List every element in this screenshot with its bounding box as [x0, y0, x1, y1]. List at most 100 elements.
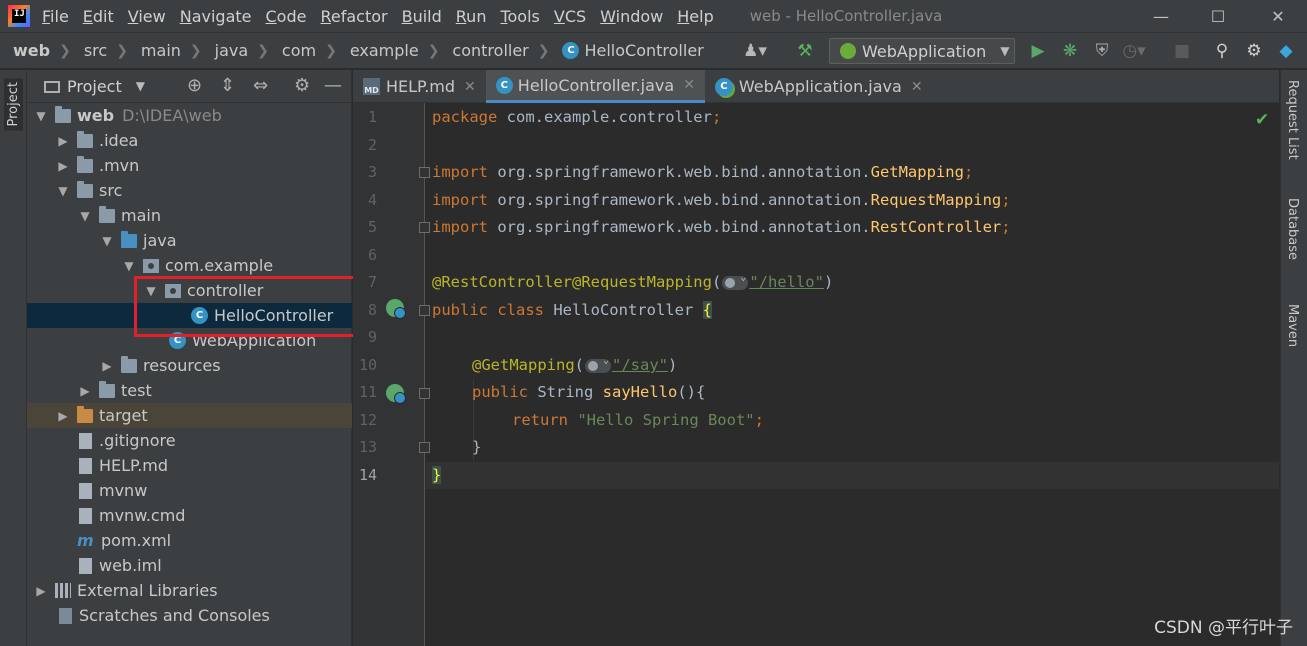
fold-marker-icon[interactable]	[419, 167, 430, 178]
debug-icon[interactable]: ❋	[1059, 40, 1081, 62]
project-view-selector[interactable]: Project	[67, 77, 122, 96]
collapse-arrow-icon[interactable]: ▶	[57, 134, 69, 148]
tree-node-test[interactable]: ▶ test	[27, 378, 352, 403]
tree-node-mvn[interactable]: ▶ .mvn	[27, 153, 352, 178]
menu-view[interactable]: View	[128, 7, 166, 26]
tree-node-mvnw-cmd[interactable]: mvnw.cmd	[27, 503, 352, 528]
menu-file[interactable]: File	[42, 7, 69, 26]
expand-arrow-icon[interactable]: ▼	[123, 259, 135, 273]
close-tab-icon[interactable]: ✕	[911, 79, 923, 95]
tree-node-com-example[interactable]: ▼ com.example	[27, 253, 352, 278]
breadcrumb-main[interactable]: main ❯	[141, 41, 202, 60]
breadcrumb-java[interactable]: java ❯	[215, 41, 269, 60]
no-problems-check-icon[interactable]: ✔	[1255, 110, 1269, 130]
spring-bean-gutter-icon[interactable]	[386, 299, 406, 319]
say-url-link[interactable]: "/say"	[612, 356, 668, 374]
breadcrumb-web[interactable]: web ❯	[13, 41, 71, 60]
expand-arrow-icon[interactable]: ▼	[35, 109, 47, 123]
tree-node-java[interactable]: ▼ java	[27, 228, 352, 253]
breadcrumb-src[interactable]: src ❯	[84, 41, 128, 60]
menu-help[interactable]: Help	[677, 7, 713, 26]
right-tool-stripe: Request List Database Maven	[1280, 70, 1307, 646]
url-globe-icon[interactable]	[722, 272, 749, 290]
profile-icon[interactable]: ◷▾	[1122, 40, 1145, 62]
library-icon	[55, 583, 71, 598]
tree-node-web[interactable]: ▼ web D:\IDEA\web	[27, 103, 352, 128]
coverage-icon[interactable]: ⛨	[1091, 40, 1113, 62]
panel-settings-gear-icon[interactable]: ⚙	[294, 75, 310, 96]
tree-node-main[interactable]: ▼ main	[27, 203, 352, 228]
breadcrumb-controller[interactable]: controller ❯	[452, 41, 549, 60]
tab-help-md[interactable]: MD HELP.md ✕	[353, 70, 486, 103]
tree-node-mvnw[interactable]: mvnw	[27, 478, 352, 503]
tree-node-gitignore[interactable]: .gitignore	[27, 428, 352, 453]
minimize-icon[interactable]: —	[1133, 0, 1189, 32]
tab-hellocontroller-java[interactable]: C HelloController.java ✕	[485, 70, 705, 103]
tree-node-scratches[interactable]: Scratches and Consoles	[27, 603, 352, 628]
breadcrumb-example[interactable]: example ❯	[350, 41, 440, 60]
build-hammer-icon[interactable]: ⚒	[794, 40, 816, 62]
run-icon[interactable]: ▶	[1027, 40, 1049, 62]
expand-arrow-icon[interactable]: ▼	[101, 234, 113, 248]
line-number: 6	[367, 246, 377, 264]
collapse-arrow-icon[interactable]: ▶	[57, 159, 69, 173]
menu-edit[interactable]: Edit	[83, 7, 114, 26]
close-tab-icon[interactable]: ✕	[683, 77, 695, 93]
menu-tools[interactable]: Tools	[500, 7, 539, 26]
code-line-7: @RestController@RequestMapping("/hello")	[432, 272, 833, 292]
tab-webapplication-java[interactable]: C WebApplication.java ✕	[705, 70, 933, 103]
search-icon[interactable]: ⚲	[1211, 40, 1233, 62]
tree-node-web-iml[interactable]: web.iml	[27, 553, 352, 578]
menu-window[interactable]: Window	[600, 7, 663, 26]
fold-marker-icon[interactable]	[419, 388, 430, 399]
tree-node-idea[interactable]: ▶ .idea	[27, 128, 352, 153]
hello-url-link[interactable]: "/hello"	[749, 273, 824, 291]
menu-refactor[interactable]: Refactor	[320, 7, 387, 26]
collapse-all-icon[interactable]: ⇔	[253, 75, 268, 96]
web-endpoint-gutter-icon[interactable]	[386, 384, 406, 404]
stop-icon[interactable]: ■	[1171, 40, 1193, 62]
code-with-me-icon[interactable]: ◆	[1275, 40, 1297, 62]
tree-node-src[interactable]: ▼ src	[27, 178, 352, 203]
url-globe-icon[interactable]	[585, 355, 611, 373]
code-editor[interactable]	[426, 103, 1279, 646]
chevron-down-icon[interactable]: ▼	[136, 79, 145, 93]
tree-node-help-md[interactable]: HELP.md	[27, 453, 352, 478]
menu-code[interactable]: Code	[266, 7, 307, 26]
menu-build[interactable]: Build	[402, 7, 442, 26]
hide-panel-icon[interactable]: —	[324, 75, 342, 96]
collapse-arrow-icon[interactable]: ▶	[79, 384, 91, 398]
settings-gear-icon[interactable]: ⚙	[1243, 40, 1265, 62]
menu-navigate[interactable]: Navigate	[180, 7, 252, 26]
breadcrumb-com[interactable]: com ❯	[282, 41, 337, 60]
close-window-icon[interactable]: ✕	[1250, 0, 1306, 32]
maximize-icon[interactable]: ☐	[1190, 0, 1246, 32]
database-tool-button[interactable]: Database	[1285, 198, 1300, 260]
menu-vcs[interactable]: VCS	[554, 7, 586, 26]
breadcrumb-hellocontroller[interactable]: C HelloController	[562, 41, 704, 60]
expand-arrow-icon[interactable]: ▼	[79, 209, 91, 223]
window-title: web - HelloController.java	[749, 7, 943, 25]
tree-node-external-libraries[interactable]: ▶ External Libraries	[27, 578, 352, 603]
fold-marker-icon[interactable]	[419, 305, 430, 316]
line-number: 5	[367, 218, 377, 236]
collapse-arrow-icon[interactable]: ▶	[35, 584, 47, 598]
collapse-arrow-icon[interactable]: ▶	[101, 359, 113, 373]
maven-tool-button[interactable]: Maven	[1285, 304, 1300, 347]
expand-all-icon[interactable]: ⇕	[220, 75, 235, 96]
expand-arrow-icon[interactable]: ▼	[57, 184, 69, 198]
fold-marker-icon[interactable]	[419, 222, 430, 233]
fold-marker-icon[interactable]	[419, 442, 430, 453]
collapse-arrow-icon[interactable]: ▶	[57, 409, 69, 423]
project-tool-window-button[interactable]: Project	[4, 78, 23, 131]
user-icon[interactable]: ♟▾	[743, 40, 767, 62]
menu-run[interactable]: Run	[456, 7, 487, 26]
locate-file-icon[interactable]: ⊕	[187, 75, 202, 96]
file-icon	[79, 557, 92, 574]
close-tab-icon[interactable]: ✕	[464, 79, 476, 95]
run-configuration-select[interactable]: WebApplication ▼	[829, 38, 1015, 64]
request-list-tool-button[interactable]: Request List	[1285, 80, 1300, 160]
tree-node-resources[interactable]: ▶ resources	[27, 353, 352, 378]
tree-node-target[interactable]: ▶ target	[27, 403, 352, 428]
tree-node-pom-xml[interactable]: m pom.xml	[27, 528, 352, 553]
